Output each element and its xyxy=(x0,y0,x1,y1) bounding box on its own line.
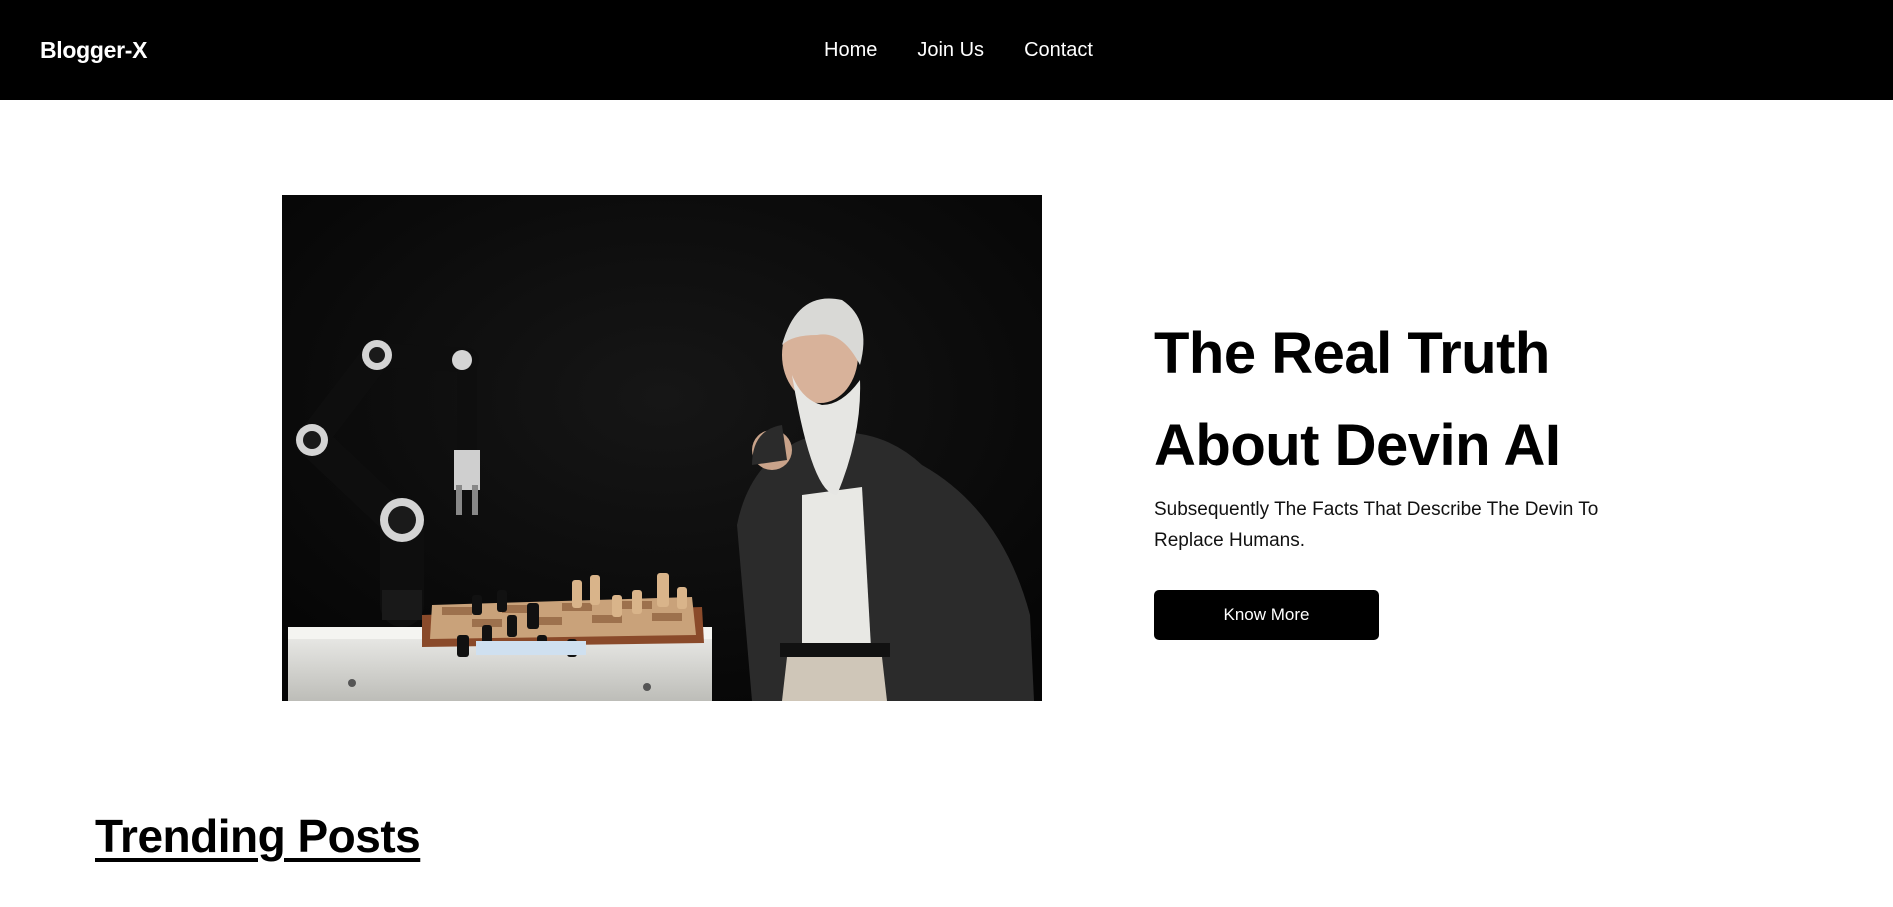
hero-title: The Real Truth About Devin AI xyxy=(1154,321,1561,478)
trending-posts-title: Trending Posts xyxy=(95,810,421,862)
nav-link-home[interactable]: Home xyxy=(824,39,877,62)
robot-chess-photo-icon xyxy=(282,195,1042,701)
nav-link-contact[interactable]: Contact xyxy=(1024,39,1093,62)
nav-links: Home Join Us Contact xyxy=(824,0,1093,100)
know-more-button[interactable]: Know More xyxy=(1154,590,1379,640)
hero-text: The Real Truth About Devin AI Subsequent… xyxy=(1154,308,1654,640)
navbar: Blogger-X Home Join Us Contact xyxy=(0,0,1893,100)
nav-link-join-us[interactable]: Join Us xyxy=(917,39,984,62)
hero-image xyxy=(282,195,1042,701)
brand-logo[interactable]: Blogger-X xyxy=(40,0,148,100)
hero-subtitle: Subsequently The Facts That Describe The… xyxy=(1154,499,1599,551)
